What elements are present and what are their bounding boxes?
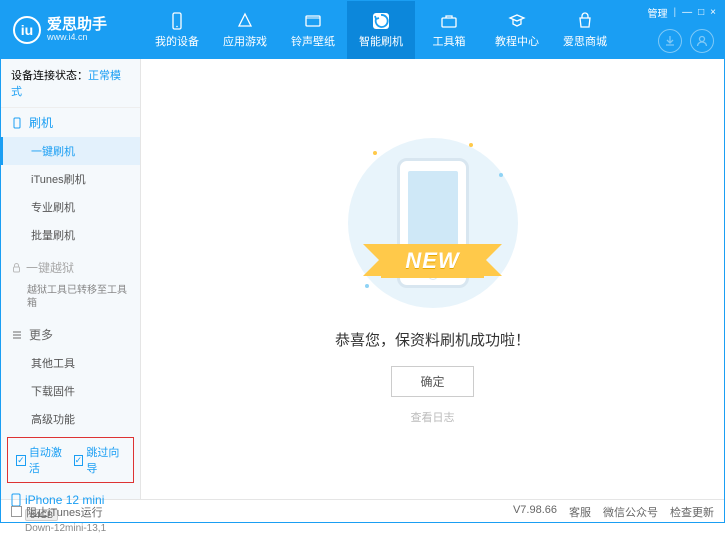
- sidebar-item-other-tools[interactable]: 其他工具: [1, 349, 140, 377]
- nav-label: 我的设备: [155, 33, 199, 49]
- wallpaper-icon: [303, 11, 323, 31]
- support-link[interactable]: 客服: [569, 504, 591, 520]
- nav-tutorials[interactable]: 教程中心: [483, 1, 551, 59]
- phone-icon: [11, 117, 23, 129]
- main-nav: 我的设备 应用游戏 铃声壁纸 智能刷机 工具箱 教程中心 爱思商城: [143, 1, 619, 59]
- sidebar: 设备连接状态：正常模式 刷机 一键刷机 iTunes刷机 专业刷机 批量刷机 一…: [1, 59, 141, 499]
- auto-activate-checkbox[interactable]: ✓ 自动激活: [16, 444, 68, 476]
- device-identifier: Down-12mini-13,1: [11, 523, 130, 534]
- sidebar-item-batch-flash[interactable]: 批量刷机: [1, 221, 140, 249]
- nav-toolbox[interactable]: 工具箱: [415, 1, 483, 59]
- maximize-button[interactable]: □: [698, 7, 704, 18]
- store-icon: [575, 11, 595, 31]
- sidebar-item-advanced[interactable]: 高级功能: [1, 405, 140, 433]
- device-icon: [167, 11, 187, 31]
- app-header: iu 爱思助手 www.i4.cn 我的设备 应用游戏 铃声壁纸 智能刷机 工具…: [1, 1, 724, 59]
- sidebar-item-oneclick-flash[interactable]: 一键刷机: [1, 137, 140, 165]
- confirm-button[interactable]: 确定: [391, 366, 473, 397]
- view-log-link[interactable]: 查看日志: [411, 409, 455, 425]
- checkbox-icon: ✓: [74, 455, 84, 466]
- version-label: V7.98.66: [513, 504, 557, 520]
- logo-icon: iu: [13, 16, 41, 44]
- apps-icon: [235, 11, 255, 31]
- success-message: 恭喜您，保资料刷机成功啦！: [335, 329, 530, 350]
- nav-label: 爱思商城: [563, 33, 607, 49]
- nav-label: 工具箱: [433, 33, 466, 49]
- app-title: 爱思助手: [47, 17, 107, 34]
- section-more[interactable]: 更多: [1, 320, 140, 349]
- flash-icon: [371, 11, 391, 31]
- nav-label: 智能刷机: [359, 33, 403, 49]
- toolbox-icon: [439, 11, 459, 31]
- sidebar-item-itunes-flash[interactable]: iTunes刷机: [1, 165, 140, 193]
- connection-status: 设备连接状态：正常模式: [1, 59, 140, 108]
- nav-my-device[interactable]: 我的设备: [143, 1, 211, 59]
- wechat-link[interactable]: 微信公众号: [603, 504, 658, 520]
- nav-label: 应用游戏: [223, 33, 267, 49]
- section-jailbreak: 一键越狱: [1, 253, 140, 282]
- app-url: www.i4.cn: [47, 33, 107, 43]
- checkbox-icon: ✓: [16, 455, 26, 466]
- success-illustration: NEW: [343, 133, 523, 313]
- new-ribbon: NEW: [381, 244, 483, 278]
- sidebar-item-download-firmware[interactable]: 下载固件: [1, 377, 140, 405]
- jailbreak-note: 越狱工具已转移至工具箱: [1, 282, 140, 316]
- skip-guide-checkbox[interactable]: ✓ 跳过向导: [74, 444, 126, 476]
- nav-flash[interactable]: 智能刷机: [347, 1, 415, 59]
- tutorial-icon: [507, 11, 527, 31]
- nav-store[interactable]: 爱思商城: [551, 1, 619, 59]
- nav-label: 铃声壁纸: [291, 33, 335, 49]
- window-controls: 管理 | — □ ×: [648, 5, 717, 20]
- manage-link[interactable]: 管理: [648, 5, 668, 20]
- user-button[interactable]: [690, 29, 714, 53]
- menu-icon: [11, 329, 23, 341]
- nav-apps[interactable]: 应用游戏: [211, 1, 279, 59]
- nav-ringtones[interactable]: 铃声壁纸: [279, 1, 347, 59]
- options-row: ✓ 自动激活 ✓ 跳过向导: [7, 437, 134, 483]
- nav-label: 教程中心: [495, 33, 539, 49]
- block-itunes-checkbox[interactable]: 阻止iTunes运行: [11, 504, 103, 520]
- close-button[interactable]: ×: [710, 7, 716, 18]
- main-content: NEW 恭喜您，保资料刷机成功啦！ 确定 查看日志: [141, 59, 724, 499]
- minimize-button[interactable]: —: [682, 7, 692, 18]
- check-update-link[interactable]: 检查更新: [670, 504, 714, 520]
- sidebar-item-pro-flash[interactable]: 专业刷机: [1, 193, 140, 221]
- section-flash[interactable]: 刷机: [1, 108, 140, 137]
- download-button[interactable]: [658, 29, 682, 53]
- logo-area: iu 爱思助手 www.i4.cn: [13, 16, 143, 44]
- checkbox-icon: [11, 506, 22, 517]
- lock-icon: [11, 262, 22, 273]
